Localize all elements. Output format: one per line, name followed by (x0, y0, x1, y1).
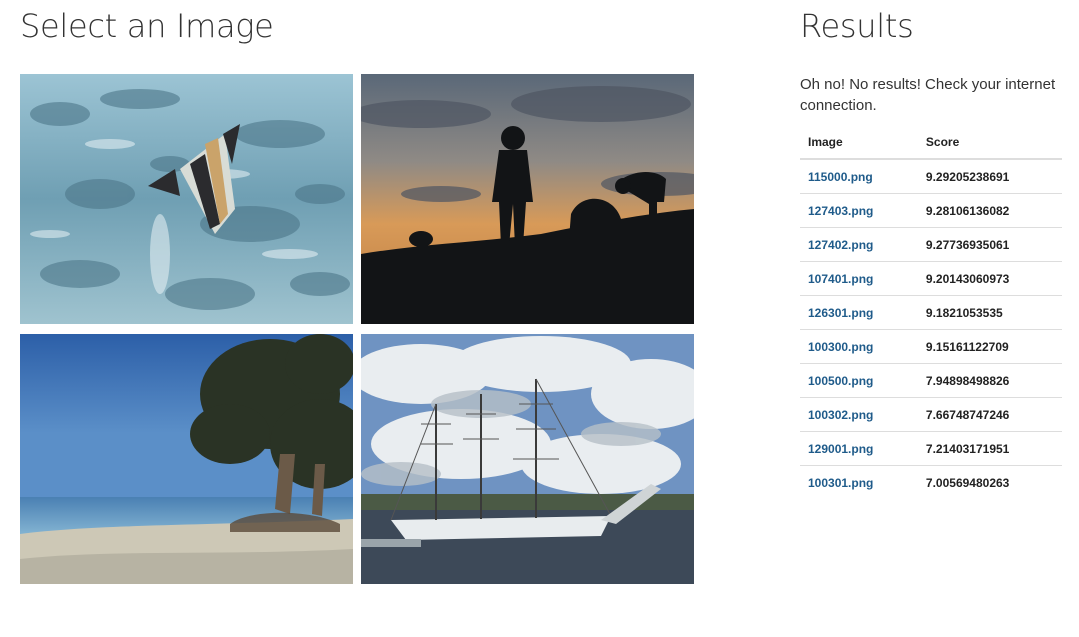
column-header-image: Image (800, 126, 918, 160)
result-image-link[interactable]: 127403.png (808, 204, 873, 218)
table-row: 100500.png 7.94898498826 (800, 363, 1062, 398)
table-row: 100301.png 7.00569480263 (800, 465, 1062, 499)
select-title: Select an Image (20, 7, 274, 45)
table-row: 129001.png 7.21403171951 (800, 431, 1062, 466)
image-tile-fish[interactable] (20, 74, 353, 324)
result-score: 7.00569480263 (917, 465, 1062, 499)
result-score: 9.28106136082 (917, 193, 1062, 228)
image-grid (20, 74, 694, 584)
result-image-link[interactable]: 126301.png (808, 306, 873, 320)
result-score: 9.20143060973 (917, 261, 1062, 296)
error-message: Oh no! No results! Check your internet c… (800, 76, 1056, 114)
result-image-link[interactable]: 127402.png (808, 238, 873, 252)
table-row: 127403.png 9.28106136082 (800, 193, 1062, 228)
image-tile-ship[interactable] (361, 334, 694, 584)
table-row: 127402.png 9.27736935061 (800, 227, 1062, 262)
result-score: 9.15161122709 (917, 329, 1062, 364)
results-panel: Results Oh no! No results! Check your in… (800, 0, 1062, 499)
result-score: 9.29205238691 (917, 158, 1062, 194)
result-image-link[interactable]: 129001.png (808, 442, 873, 456)
result-score: 7.66748747246 (917, 397, 1062, 432)
table-row: 100302.png 7.66748747246 (800, 397, 1062, 432)
image-tile-silhouettes[interactable] (361, 74, 694, 324)
table-row: 100300.png 9.15161122709 (800, 329, 1062, 364)
table-row: 126301.png 9.1821053535 (800, 295, 1062, 330)
result-score: 7.21403171951 (917, 431, 1062, 466)
table-row: 107401.png 9.20143060973 (800, 261, 1062, 296)
result-score: 7.94898498826 (917, 363, 1062, 398)
result-image-link[interactable]: 115000.png (808, 170, 873, 184)
result-image-link[interactable]: 100301.png (808, 476, 873, 490)
silhouettes-image (361, 74, 694, 324)
column-header-score: Score (917, 126, 1062, 160)
table-row: 115000.png 9.29205238691 (800, 158, 1062, 194)
result-score: 9.27736935061 (917, 227, 1062, 262)
image-tile-beach[interactable] (20, 334, 353, 584)
results-table: Image Score 115000.png 9.29205238691 127… (800, 126, 1062, 499)
result-score: 9.1821053535 (917, 295, 1062, 330)
ship-image (361, 334, 694, 584)
result-image-link[interactable]: 107401.png (808, 272, 873, 286)
result-image-link[interactable]: 100300.png (808, 340, 873, 354)
fish-image (20, 74, 353, 324)
beach-image (20, 334, 353, 584)
result-image-link[interactable]: 100500.png (808, 374, 873, 388)
result-image-link[interactable]: 100302.png (808, 408, 873, 422)
results-title: Results (800, 7, 914, 45)
results-header-row: Image Score (800, 126, 1062, 160)
select-panel: Select an Image (20, 0, 700, 584)
